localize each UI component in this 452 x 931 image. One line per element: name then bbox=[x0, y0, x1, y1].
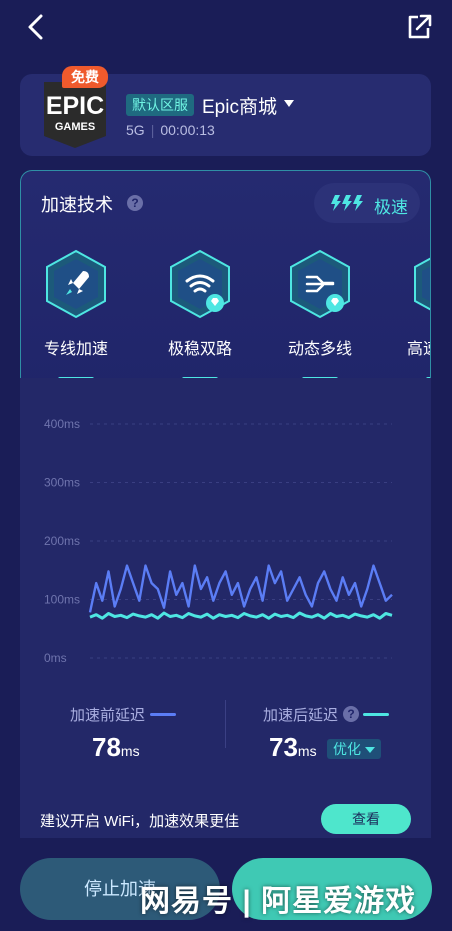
multiline-icon bbox=[290, 249, 350, 319]
meta-divider: | bbox=[150, 122, 155, 138]
series-line-before bbox=[88, 564, 393, 613]
tech-item-multi-line[interactable]: 动态多线 bbox=[265, 245, 375, 390]
svg-text:EPIC: EPIC bbox=[46, 92, 104, 120]
back-arrow-icon[interactable] bbox=[22, 12, 52, 42]
optimize-dropdown[interactable]: 优化 bbox=[327, 739, 381, 759]
after-latency-stat: 加速后延迟 73ms bbox=[263, 704, 339, 762]
top-bar bbox=[0, 0, 452, 56]
before-legend-line bbox=[150, 713, 176, 716]
caret-down-icon[interactable] bbox=[284, 100, 294, 108]
caret-down-icon bbox=[365, 747, 375, 754]
network-type: 5G bbox=[126, 122, 145, 138]
after-latency-label: 加速后延迟 bbox=[263, 707, 339, 724]
tech-items: 专线加速 极稳双路 动态多线 高 bbox=[21, 245, 430, 390]
latency-chart: 400ms 300ms 200ms 100ms 0ms bbox=[44, 417, 393, 665]
tech-item-high-speed[interactable]: 高速 bbox=[389, 245, 430, 390]
highspeed-icon bbox=[414, 257, 430, 311]
help-icon[interactable]: ? bbox=[127, 195, 143, 211]
after-legend-line bbox=[363, 713, 389, 716]
tech-title: 加速技术 bbox=[41, 195, 113, 215]
svg-text:GAMES: GAMES bbox=[55, 121, 95, 133]
before-latency-label: 加速前延迟 bbox=[70, 707, 146, 724]
bottom-action-bar: 停止加速 网易号 | 阿星爱游戏 bbox=[0, 840, 452, 931]
y-tick-label: 200ms bbox=[44, 534, 80, 548]
tech-item-label: 极稳双路 bbox=[167, 341, 232, 358]
tech-item-label: 动态多线 bbox=[287, 341, 352, 358]
y-tick-label: 100ms bbox=[44, 593, 80, 607]
tech-item-dedicated[interactable]: 专线加速 bbox=[21, 245, 131, 390]
series-line-after bbox=[89, 611, 393, 620]
before-latency-stat: 加速前延迟 78ms bbox=[70, 704, 146, 762]
latency-chart-card: 400ms 300ms 200ms 100ms 0ms 加速前延迟 78ms 加速后延迟… bbox=[20, 378, 431, 838]
epic-games-logo: EPIC GAMES bbox=[44, 82, 106, 148]
wifi-tip-text: 建议开启 WiFi，加速效果更佳 bbox=[40, 813, 240, 830]
game-meta: 5G | 00:00:13 bbox=[126, 122, 215, 138]
stats-divider bbox=[225, 700, 226, 748]
acceleration-tech-card: 加速技术 ? 极速 专线加速 极稳双路 动态多线 高 bbox=[20, 170, 431, 390]
tech-item-label: 高速 bbox=[407, 341, 430, 358]
bolt-icon bbox=[331, 195, 363, 211]
game-name[interactable]: Epic商城 bbox=[202, 92, 277, 119]
region-tag: 默认区服 bbox=[126, 94, 194, 116]
dual-wifi-icon bbox=[170, 249, 230, 319]
free-badge: 免费 bbox=[62, 66, 108, 88]
before-latency-value: 78ms bbox=[92, 732, 140, 762]
elapsed-time: 00:00:13 bbox=[160, 122, 215, 138]
y-tick-label: 0ms bbox=[44, 651, 67, 665]
y-tick-label: 300ms bbox=[44, 476, 80, 490]
y-tick-label: 400ms bbox=[44, 417, 80, 431]
game-card[interactable]: EPIC GAMES 免费 默认区服 Epic商城 5G | 00:00:13 bbox=[20, 66, 431, 156]
speed-mode-label: 极速 bbox=[374, 198, 408, 217]
speed-mode-pill[interactable]: 极速 bbox=[314, 183, 420, 223]
rocket-icon bbox=[46, 249, 106, 319]
share-icon[interactable] bbox=[404, 12, 434, 42]
watermark: 网易号 | 阿星爱游戏 bbox=[140, 885, 417, 918]
tech-item-dual-route[interactable]: 极稳双路 bbox=[145, 245, 255, 390]
tech-item-label: 专线加速 bbox=[43, 341, 108, 358]
view-button[interactable]: 查看 bbox=[321, 804, 411, 834]
after-latency-help-icon[interactable]: ? bbox=[343, 706, 359, 722]
